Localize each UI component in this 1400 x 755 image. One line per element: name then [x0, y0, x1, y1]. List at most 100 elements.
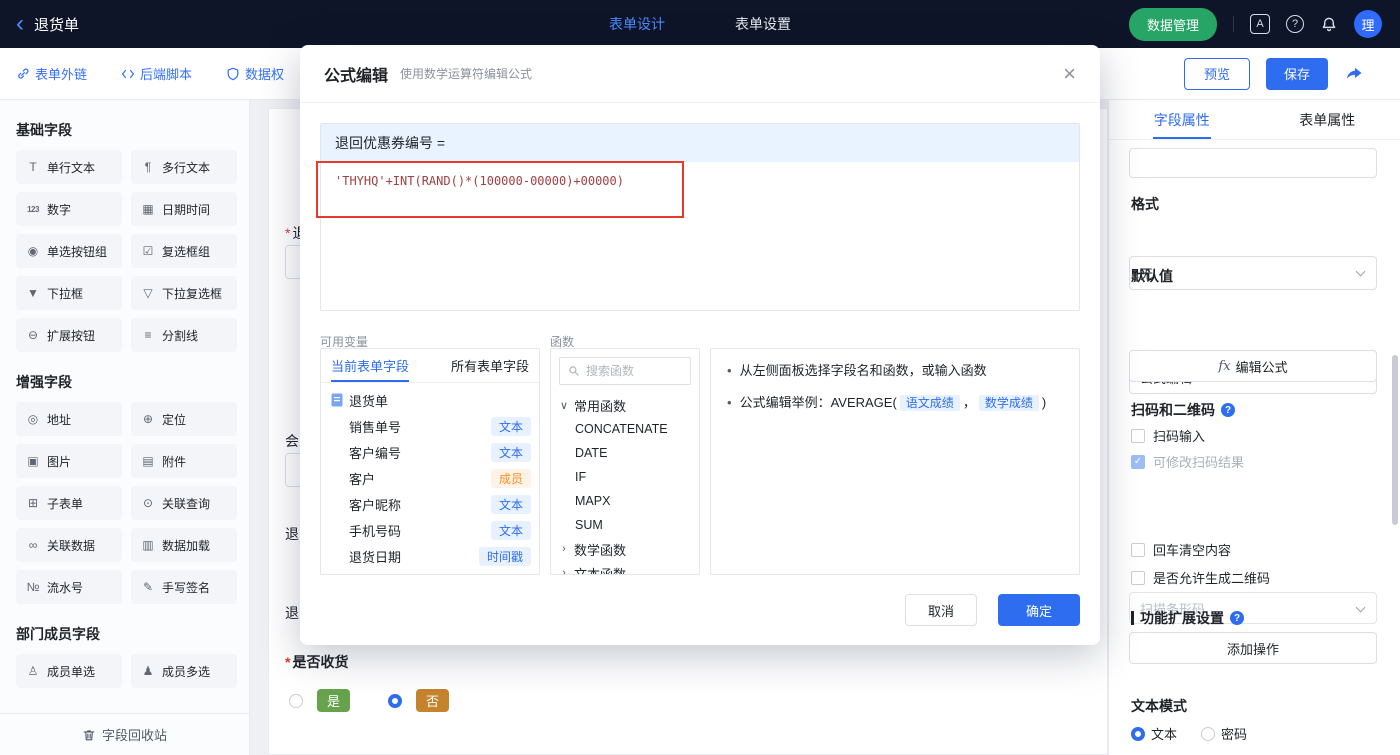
no-option-pill[interactable]: 否	[416, 689, 450, 712]
tab-form-properties[interactable]: 表单属性	[1255, 100, 1400, 139]
function-item[interactable]: MAPX	[551, 489, 699, 513]
save-button[interactable]: 保存	[1266, 57, 1328, 90]
field-extend-button[interactable]: ⊖ 扩展按钮	[16, 318, 122, 352]
back-icon[interactable]: ‹	[16, 12, 24, 36]
field-title-input[interactable]	[1129, 148, 1377, 178]
function-item[interactable]: IF	[551, 465, 699, 489]
edit-formula-button[interactable]: fx 编辑公式	[1129, 350, 1377, 382]
location-icon: ⊕	[142, 412, 154, 426]
field-divider[interactable]: ≡ 分割线	[131, 318, 237, 352]
share-icon[interactable]	[1344, 64, 1364, 84]
variable-item[interactable]: 客户 成员	[321, 465, 539, 491]
function-search[interactable]	[559, 357, 691, 385]
field-address[interactable]: ◎ 地址	[16, 402, 122, 436]
field-radio-group[interactable]: ◉ 单选按钮组	[16, 234, 122, 268]
function-group-text[interactable]: › 文本函数	[551, 561, 699, 575]
field-label: 手写签名	[162, 580, 211, 595]
field-member-single[interactable]: ♙ 成员单选	[16, 654, 122, 688]
checkbox-unchecked[interactable]	[1131, 570, 1145, 585]
tab-form-design[interactable]: 表单设计	[609, 14, 665, 34]
field-attachment[interactable]: ▤ 附件	[131, 444, 237, 478]
required-asterisk: *	[285, 654, 291, 670]
field-checkbox-group[interactable]: ☑ 复选框组	[131, 234, 237, 268]
function-item[interactable]: SUM	[551, 513, 699, 537]
field-subform[interactable]: ⊞ 子表单	[16, 486, 122, 520]
link-icon	[18, 67, 29, 79]
form-node[interactable]: 退货单	[321, 387, 539, 413]
backend-script-link[interactable]: 后端脚本	[121, 64, 192, 83]
tab-form-settings[interactable]: 表单设置	[735, 14, 791, 34]
ext-section-text: 功能扩展设置	[1140, 610, 1224, 626]
avatar[interactable]: 理	[1354, 10, 1382, 38]
tab-current-form-fields[interactable]: 当前表单字段	[331, 349, 410, 382]
help-circle-icon[interactable]: ?	[1230, 611, 1244, 625]
text-mode-radio-group: 文本 密码	[1131, 724, 1247, 743]
field-multi-line-text[interactable]: ¶ 多行文本	[131, 150, 237, 184]
function-item[interactable]: DATE	[551, 441, 699, 465]
scan-input-checkbox-row[interactable]: 扫码输入	[1131, 426, 1205, 445]
radio-selected[interactable]	[1131, 726, 1145, 741]
field-dropdown[interactable]: ▼ 下拉框	[16, 276, 122, 310]
cancel-button[interactable]: 取消	[905, 594, 977, 626]
variable-item[interactable]: 客户昵称 文本	[321, 491, 539, 517]
document-icon	[331, 393, 343, 407]
enter-clear-label: 回车清空内容	[1153, 543, 1232, 558]
field-linked-data[interactable]: ∞ 关联数据	[16, 528, 122, 562]
confirm-button[interactable]: 确定	[998, 594, 1080, 626]
checkbox-icon: ☑	[142, 244, 154, 258]
add-action-button[interactable]: 添加操作	[1129, 632, 1377, 664]
field-datetime[interactable]: ▦ 日期时间	[131, 192, 237, 226]
variable-item[interactable]: 客户编号 文本	[321, 439, 539, 465]
variable-item[interactable]: 退货日期 时间戳	[321, 543, 539, 569]
field-member-multi[interactable]: ♟ 成员多选	[131, 654, 237, 688]
tab-all-form-fields[interactable]: 所有表单字段	[451, 349, 529, 382]
field-multi-dropdown[interactable]: ▽ 下拉复选框	[131, 276, 237, 310]
field-serial-number[interactable]: № 流水号	[16, 570, 122, 604]
clipped-label-text: 退	[285, 526, 299, 542]
data-manage-button[interactable]: 数据管理	[1128, 7, 1217, 41]
function-search-input[interactable]	[586, 364, 676, 378]
bullet-icon: •	[727, 395, 732, 410]
translate-icon[interactable]: A	[1250, 14, 1270, 34]
function-item[interactable]: CONCATENATE	[551, 417, 699, 441]
field-number[interactable]: 123 数字	[16, 192, 122, 226]
field-data-loading[interactable]: ▥ 数据加载	[131, 528, 237, 562]
field-label: 复选框组	[162, 244, 211, 259]
function-group-math[interactable]: › 数学函数	[551, 537, 699, 561]
help-icon[interactable]: ?	[1286, 15, 1304, 33]
variable-item[interactable]: 手机号码 文本	[321, 517, 539, 543]
close-icon[interactable]: ×	[1063, 62, 1076, 85]
allow-qr-checkbox-row[interactable]: 是否允许生成二维码	[1131, 568, 1270, 587]
mode-option-text[interactable]: 文本	[1131, 724, 1177, 743]
field-label: 成员单选	[47, 664, 96, 679]
field-location[interactable]: ⊕ 定位	[131, 402, 237, 436]
tab-field-properties[interactable]: 字段属性	[1109, 100, 1255, 139]
field-linked-query[interactable]: ⊙ 关联查询	[131, 486, 237, 520]
bell-icon[interactable]	[1320, 15, 1338, 33]
field-single-line-text[interactable]: T 单行文本	[16, 150, 122, 184]
formula-code-area[interactable]: 'THYHQ'+INT(RAND()*(100000-00000)+00000)	[321, 162, 1079, 310]
field-signature[interactable]: ✎ 手写签名	[131, 570, 237, 604]
checkbox-unchecked[interactable]	[1131, 542, 1145, 557]
recycle-bin-label: 字段回收站	[101, 728, 167, 743]
data-permission-link[interactable]: 数据权	[226, 64, 284, 83]
preview-button[interactable]: 预览	[1184, 57, 1250, 90]
variable-name: 客户	[349, 471, 376, 487]
radio-no-selected[interactable]	[388, 693, 403, 708]
radio-unselected[interactable]	[1201, 726, 1216, 741]
field-recycle-bin[interactable]: 字段回收站	[0, 713, 249, 755]
mode-option-password[interactable]: 密码	[1201, 724, 1247, 743]
panel-scrollbar[interactable]	[1392, 355, 1398, 525]
variable-item[interactable]: 销售单号 文本	[321, 413, 539, 439]
scan-editable-checkbox-row[interactable]: 可修改扫码结果	[1131, 452, 1244, 471]
yes-option-pill[interactable]: 是	[317, 689, 351, 712]
help-circle-icon[interactable]: ?	[1221, 403, 1235, 417]
form-external-link[interactable]: 表单外链	[16, 64, 87, 83]
radio-yes[interactable]	[289, 693, 303, 708]
enter-clear-checkbox-row[interactable]: 回车清空内容	[1131, 540, 1231, 559]
divider-icon: ≡	[144, 328, 152, 342]
field-image[interactable]: ▣ 图片	[16, 444, 122, 478]
function-group-common[interactable]: ∨ 常用函数	[551, 393, 699, 417]
checkbox-unchecked[interactable]	[1131, 428, 1145, 443]
checkbox-checked[interactable]	[1131, 454, 1145, 469]
